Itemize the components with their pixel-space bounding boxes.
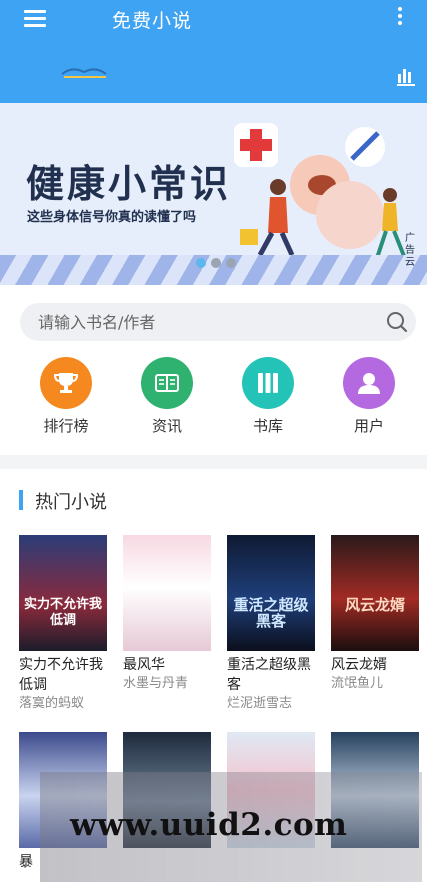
promo-banner[interactable]: 健康小常识 这些身体信号你真的读懂了吗 广告云 bbox=[0, 103, 427, 285]
book-card[interactable]: 重活之超级黑客 重活之超级黑客 烂泥逝雪志 bbox=[227, 535, 315, 713]
logo-icon bbox=[61, 68, 107, 78]
app-header: 免费小说 bbox=[0, 0, 427, 103]
book-cover bbox=[123, 535, 211, 651]
cover-title: 重活之超级黑客 bbox=[233, 596, 309, 630]
book-card[interactable]: 实力不允许我低调 实力不允许我低调 落寞的蚂蚁 bbox=[19, 535, 107, 713]
category-user[interactable]: 用户 bbox=[329, 357, 409, 436]
category-rank[interactable]: 排行榜 bbox=[26, 357, 106, 436]
book-title: 风云龙婿 bbox=[331, 657, 387, 673]
book-title: 重活之超级黑客 bbox=[227, 657, 311, 693]
carousel-dots[interactable] bbox=[196, 258, 236, 268]
book-author: 流氓鱼儿 bbox=[331, 676, 384, 691]
ad-tag: 广告云 bbox=[405, 233, 415, 268]
book-cover: 实力不允许我低调 bbox=[19, 535, 107, 651]
book-author: 烂泥逝雪志 bbox=[227, 696, 293, 711]
category-news[interactable]: 资讯 bbox=[127, 357, 207, 436]
book-author: 落寞的蚂蚁 bbox=[19, 696, 85, 711]
book-author: 水墨与丹青 bbox=[123, 676, 189, 691]
category-label: 排行榜 bbox=[43, 417, 89, 435]
cover-title: 风云龙婿 bbox=[344, 596, 405, 614]
search-bar[interactable] bbox=[20, 303, 416, 341]
rank-chart-icon[interactable] bbox=[397, 66, 415, 86]
section-title: 热门小说 bbox=[35, 492, 107, 513]
banner-title: 健康小常识 bbox=[26, 162, 232, 206]
book-open-icon bbox=[141, 357, 193, 409]
book-title: 最风华 bbox=[123, 657, 165, 673]
category-library[interactable]: 书库 bbox=[228, 357, 308, 436]
book-title: 实力不允许我低调 bbox=[19, 657, 103, 693]
section-divider bbox=[0, 455, 427, 469]
trophy-icon bbox=[40, 357, 92, 409]
search-icon[interactable] bbox=[386, 311, 408, 333]
cover-title: 实力不允许我低调 bbox=[23, 597, 102, 628]
category-label: 书库 bbox=[252, 417, 283, 435]
menu-icon[interactable] bbox=[24, 10, 46, 27]
search-input[interactable] bbox=[38, 303, 368, 341]
book-card[interactable]: 风云龙婿 风云龙婿 流氓鱼儿 bbox=[331, 535, 419, 693]
watermark-text: www.uuid2.com bbox=[70, 807, 348, 843]
section-accent-bar bbox=[19, 490, 23, 510]
health-illustration-icon bbox=[234, 123, 408, 262]
category-label: 用户 bbox=[353, 417, 384, 435]
book-card[interactable]: 最风华 水墨与丹青 bbox=[123, 535, 211, 693]
more-options-icon[interactable] bbox=[397, 7, 403, 27]
banner-subtitle: 这些身体信号你真的读懂了吗 bbox=[27, 210, 197, 225]
user-icon bbox=[343, 357, 395, 409]
category-label: 资讯 bbox=[151, 417, 182, 435]
book-cover: 风云龙婿 bbox=[331, 535, 419, 651]
library-icon bbox=[242, 357, 294, 409]
book-cover: 重活之超级黑客 bbox=[227, 535, 315, 651]
app-title: 免费小说 bbox=[112, 10, 193, 32]
